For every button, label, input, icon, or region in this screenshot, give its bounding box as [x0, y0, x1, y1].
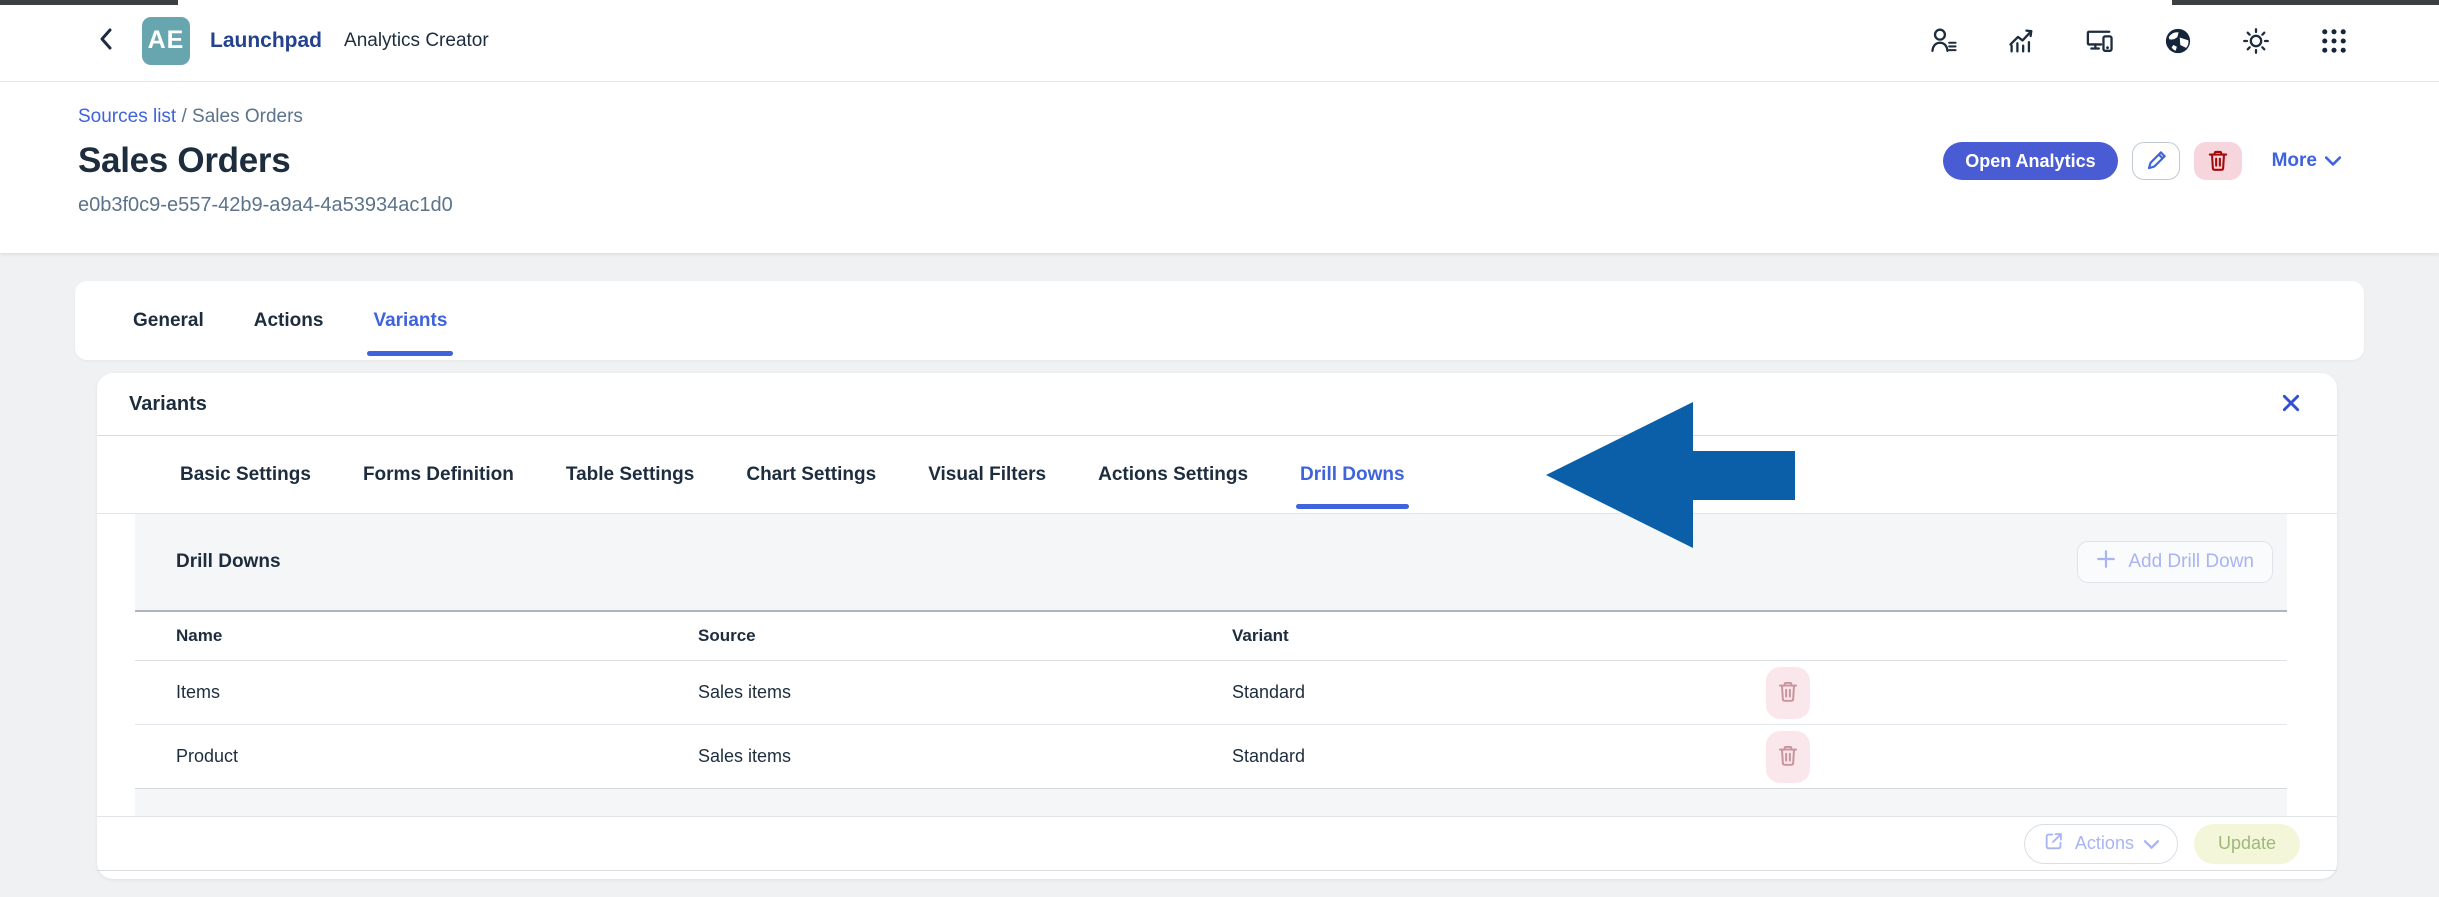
cell-name: Items — [176, 682, 221, 702]
delete-trash-icon — [1776, 743, 1800, 770]
app-screen: AE Launchpad Analytics Creator Sources l… — [0, 0, 2439, 897]
page-title: Sales Orders — [78, 141, 291, 180]
sun-icon[interactable] — [2239, 24, 2273, 58]
back-chevron-icon — [96, 26, 118, 55]
column-header-source: Source — [698, 626, 756, 645]
table-row[interactable]: Items Sales items Standard — [135, 661, 2287, 725]
grid-menu-icon[interactable] — [2317, 24, 2351, 58]
open-analytics-button[interactable]: Open Analytics — [1943, 142, 2118, 180]
window-edge-artifact-right — [2172, 0, 2439, 5]
drill-downs-table: Name Source Variant Items Sales items St… — [135, 610, 2287, 789]
breadcrumb-link-sources-list[interactable]: Sources list — [78, 106, 176, 127]
delete-row-button[interactable] — [1766, 666, 1810, 719]
page-header: Sources list / Sales Orders Sales Orders… — [0, 82, 2439, 253]
shell-bar: AE Launchpad Analytics Creator — [0, 0, 2439, 82]
more-label: More — [2271, 150, 2317, 171]
tab-actions-settings[interactable]: Actions Settings — [1098, 436, 1248, 513]
breadcrumb-current: Sales Orders — [192, 106, 303, 127]
delete-row-button[interactable] — [1766, 730, 1810, 783]
devices-icon[interactable] — [2083, 24, 2117, 58]
tab-variants[interactable]: Variants — [367, 281, 454, 360]
delete-source-button[interactable] — [2193, 142, 2242, 180]
cell-source: Sales items — [698, 746, 792, 766]
more-button[interactable]: More — [2266, 149, 2347, 173]
drill-downs-title: Drill Downs — [176, 551, 281, 572]
tab-basic-settings[interactable]: Basic Settings — [180, 436, 311, 513]
breadcrumb-separator: / — [176, 106, 193, 127]
shell-bar-left: AE Launchpad Analytics Creator — [92, 16, 489, 65]
app-logo: AE — [142, 16, 190, 65]
tab-drill-downs[interactable]: Drill Downs — [1296, 436, 1409, 513]
edit-pencil-icon — [2143, 147, 2169, 176]
close-x-icon — [2281, 393, 2301, 416]
user-settings-icon[interactable] — [1927, 24, 1961, 58]
variants-panel-title: Variants — [129, 392, 207, 415]
variants-panel-header: Variants — [97, 373, 2337, 436]
tab-forms-definition[interactable]: Forms Definition — [363, 436, 514, 513]
variant-tabstrip: Basic Settings Forms Definition Table Se… — [97, 436, 2337, 514]
cell-name: Product — [176, 746, 239, 766]
add-drill-down-label: Add Drill Down — [2128, 551, 2254, 572]
close-panel-button[interactable] — [2277, 389, 2305, 420]
variants-panel: Variants Basic Settings Forms Definition… — [97, 373, 2337, 879]
cell-source: Sales items — [698, 682, 792, 702]
tab-actions[interactable]: Actions — [254, 281, 324, 360]
app-title[interactable]: Launchpad — [210, 29, 322, 53]
breadcrumb: Sources list / Sales Orders — [78, 106, 2347, 128]
panel-footer: Actions Update — [97, 816, 2337, 871]
chevron-down-icon — [2143, 833, 2160, 854]
header-actions: Open Analytics More — [1943, 142, 2347, 180]
window-edge-artifact-left — [0, 0, 178, 5]
column-header-name: Name — [176, 626, 223, 645]
add-drill-down-button[interactable]: Add Drill Down — [2077, 541, 2273, 583]
plus-icon — [2096, 549, 2116, 575]
table-row[interactable]: Product Sales items Standard — [135, 725, 2287, 789]
column-header-variant: Variant — [1232, 626, 1289, 645]
tab-chart-settings[interactable]: Chart Settings — [746, 436, 876, 513]
actions-button[interactable]: Actions — [2023, 823, 2178, 864]
trend-chart-icon[interactable] — [2005, 24, 2039, 58]
delete-trash-icon — [2206, 148, 2230, 175]
app-logo-text: AE — [147, 26, 185, 54]
app-subtitle: Analytics Creator — [344, 29, 489, 51]
back-button[interactable] — [92, 22, 122, 59]
table-header-row: Name Source Variant — [135, 610, 2287, 661]
tab-general[interactable]: General — [133, 281, 204, 360]
chevron-down-icon — [2324, 150, 2342, 172]
edit-button[interactable] — [2131, 142, 2180, 180]
cell-variant: Standard — [1232, 682, 1306, 702]
source-guid: e0b3f0c9-e557-42b9-a9a4-4a53934ac1d0 — [78, 194, 453, 216]
actions-label: Actions — [2074, 833, 2134, 853]
cell-variant: Standard — [1232, 746, 1306, 766]
main-tabstrip: General Actions Variants — [75, 281, 2364, 360]
shell-bar-icons — [1927, 24, 2351, 58]
share-icon — [2043, 830, 2065, 857]
drill-downs-section: Drill Downs Add Drill Down Name Source V… — [135, 514, 2287, 816]
update-button[interactable]: Update — [2193, 823, 2300, 864]
globe-icon[interactable] — [2161, 24, 2195, 58]
tab-table-settings[interactable]: Table Settings — [566, 436, 694, 513]
delete-trash-icon — [1776, 679, 1800, 706]
tab-visual-filters[interactable]: Visual Filters — [928, 436, 1046, 513]
